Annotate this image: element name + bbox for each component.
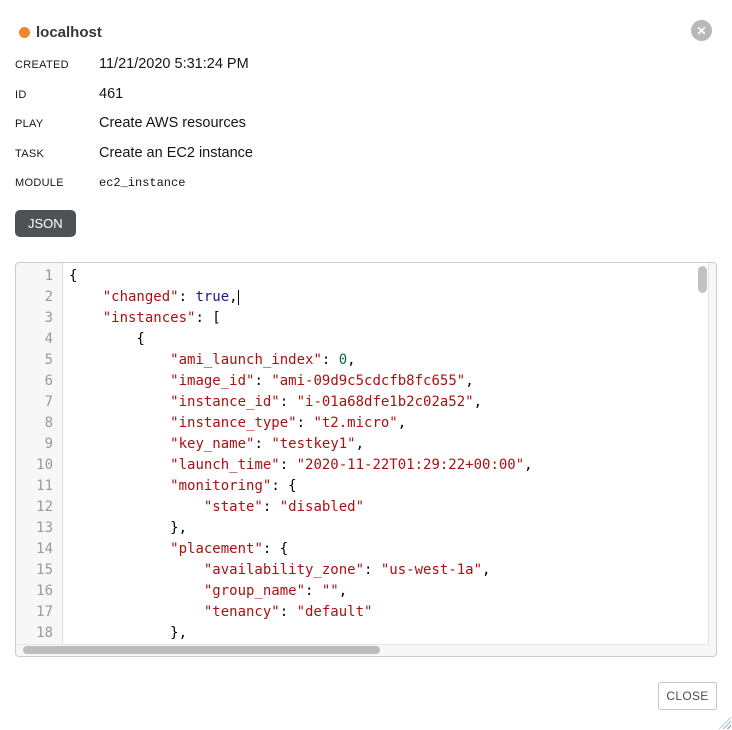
field-label: MODULE [15,174,99,189]
field-value: 461 [99,86,123,102]
field-value: Create AWS resources [99,115,246,131]
code-line: "group_name": "", [69,581,708,602]
line-number: 14 [16,539,53,560]
line-number: 10 [16,455,53,476]
horizontal-scrollbar-thumb[interactable] [23,646,380,654]
modal-header: localhost [19,20,102,44]
code-area[interactable]: 123456789101112131415161718 { "changed":… [16,263,709,645]
line-number: 15 [16,560,53,581]
line-number: 3 [16,308,53,329]
line-number: 12 [16,497,53,518]
line-number: 18 [16,623,53,644]
code-line: "tenancy": "default" [69,602,708,623]
line-number: 7 [16,392,53,413]
text-cursor [238,290,239,305]
field-row: MODULE ec2_instance [15,174,615,204]
field-value: Create an EC2 instance [99,145,253,161]
line-number: 16 [16,581,53,602]
json-code-editor[interactable]: 123456789101112131415161718 { "changed":… [15,262,717,657]
code-line: "changed": true, [69,287,708,308]
vertical-scrollbar-thumb[interactable] [698,266,707,293]
line-number: 1 [16,266,53,287]
field-row: ID 461 [15,86,615,116]
line-number-gutter: 123456789101112131415161718 [16,263,63,644]
code-content[interactable]: { "changed": true, "instances": [ { "ami… [63,263,708,644]
field-row: TASK Create an EC2 instance [15,145,615,175]
field-label: PLAY [15,115,99,130]
field-value: ec2_instance [99,174,185,190]
code-line: "key_name": "testkey1", [69,434,708,455]
vertical-scrollbar[interactable] [695,264,708,644]
code-line: "placement": { [69,539,708,560]
code-line: "instance_type": "t2.micro", [69,413,708,434]
code-line: }, [69,623,708,644]
code-line: "image_id": "ami-09d9c5cdcfb8fc655", [69,371,708,392]
line-number: 5 [16,350,53,371]
field-value: 11/21/2020 5:31:24 PM [99,56,249,72]
host-title: localhost [36,24,102,41]
close-icon[interactable]: ✕ [691,20,712,41]
horizontal-scrollbar[interactable] [17,645,715,655]
line-number: 4 [16,329,53,350]
line-number: 8 [16,413,53,434]
field-label: TASK [15,145,99,160]
code-line: { [69,266,708,287]
code-line: }, [69,518,708,539]
json-tab-button[interactable]: JSON [15,210,76,237]
event-detail-fields: CREATED 11/21/2020 5:31:24 PM ID 461 PLA… [15,56,615,204]
line-number: 2 [16,287,53,308]
code-line: "instance_id": "i-01a68dfe1b2c02a52", [69,392,708,413]
code-line: { [69,329,708,350]
line-number: 9 [16,434,53,455]
field-label: CREATED [15,56,99,71]
resize-grip-icon[interactable] [719,717,731,729]
code-line: "monitoring": { [69,476,708,497]
code-line: "availability_zone": "us-west-1a", [69,560,708,581]
host-status-dot [19,27,30,38]
code-line: "state": "disabled" [69,497,708,518]
line-number: 11 [16,476,53,497]
line-number: 6 [16,371,53,392]
field-row: PLAY Create AWS resources [15,115,615,145]
code-line: "ami_launch_index": 0, [69,350,708,371]
close-button[interactable]: CLOSE [658,682,717,710]
code-line: "instances": [ [69,308,708,329]
code-line: "launch_time": "2020-11-22T01:29:22+00:0… [69,455,708,476]
field-row: CREATED 11/21/2020 5:31:24 PM [15,56,615,86]
line-number: 13 [16,518,53,539]
line-number: 17 [16,602,53,623]
field-label: ID [15,86,99,101]
